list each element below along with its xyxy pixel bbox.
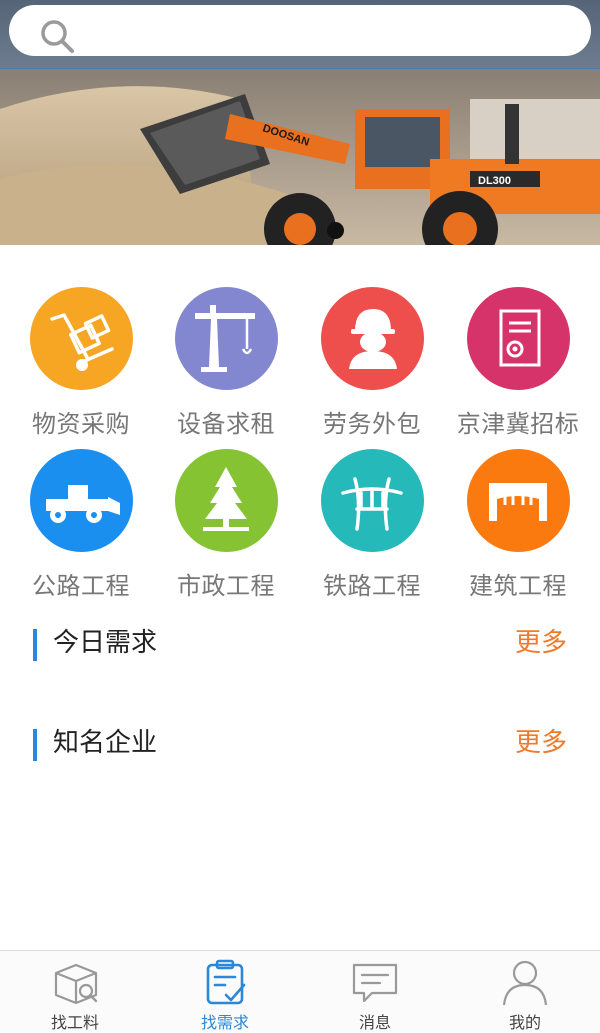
bridge-icon — [320, 449, 424, 552]
box-search-icon — [54, 963, 98, 1005]
search-header — [0, 0, 600, 68]
search-icon — [41, 20, 74, 53]
nav-label: 找需求 — [200, 1013, 249, 1032]
worker-icon — [320, 287, 424, 390]
category-highway-engineering[interactable]: 公路工程 — [8, 449, 154, 601]
category-label: 劳务外包 — [323, 410, 421, 438]
category-label: 公路工程 — [32, 572, 130, 600]
category-label: 设备求租 — [177, 410, 275, 438]
document-gear-icon — [466, 287, 570, 390]
category-labor-outsourcing[interactable]: 劳务外包 — [299, 287, 445, 439]
loader-icon — [29, 449, 133, 552]
banner-image[interactable]: DOOSAN DL300 — [0, 69, 600, 245]
arch-bridge-icon — [466, 449, 570, 552]
category-railway-engineering[interactable]: 铁路工程 — [299, 449, 445, 601]
nav-messages[interactable]: 消息 — [300, 951, 450, 1033]
category-jingjinji-tender[interactable]: 京津冀招标 — [445, 287, 591, 439]
section-famous-companies: 知名企业 更多 — [0, 725, 600, 765]
clipboard-check-icon — [206, 959, 246, 1005]
chat-icon — [352, 963, 398, 1003]
nav-label: 找工料 — [50, 1013, 99, 1032]
category-municipal-engineering[interactable]: 市政工程 — [153, 449, 299, 601]
category-equipment-rental[interactable]: 设备求租 — [153, 287, 299, 439]
section-title: 今日需求 — [53, 628, 158, 658]
tower-crane-icon — [174, 287, 278, 390]
nav-find-demand[interactable]: 找需求 — [150, 951, 300, 1033]
user-icon — [502, 960, 548, 1006]
category-label: 铁路工程 — [323, 572, 421, 600]
more-link[interactable]: 更多 — [515, 625, 567, 661]
bottom-nav: 找工料 找需求 消息 我的 — [0, 950, 600, 1033]
nav-find-materials[interactable]: 找工料 — [0, 951, 150, 1033]
category-label: 建筑工程 — [469, 572, 567, 600]
category-material-purchase[interactable]: 物资采购 — [8, 287, 154, 439]
banner-model-text: DL300 — [478, 175, 511, 187]
search-input[interactable] — [9, 5, 591, 56]
tree-icon — [174, 449, 278, 552]
section-today-demand: 今日需求 更多 — [0, 625, 600, 665]
nav-label: 我的 — [508, 1013, 541, 1032]
category-label: 物资采购 — [32, 410, 130, 438]
hand-truck-icon — [29, 287, 133, 390]
category-label: 市政工程 — [177, 572, 275, 600]
carousel-indicator[interactable] — [327, 222, 344, 239]
more-link[interactable]: 更多 — [515, 725, 567, 761]
nav-mine[interactable]: 我的 — [450, 951, 600, 1033]
section-title: 知名企业 — [53, 728, 158, 758]
section-accent-bar — [33, 629, 37, 661]
category-label: 京津冀招标 — [456, 410, 580, 438]
category-building-engineering[interactable]: 建筑工程 — [445, 449, 591, 601]
nav-label: 消息 — [358, 1013, 391, 1032]
section-accent-bar — [33, 729, 37, 761]
